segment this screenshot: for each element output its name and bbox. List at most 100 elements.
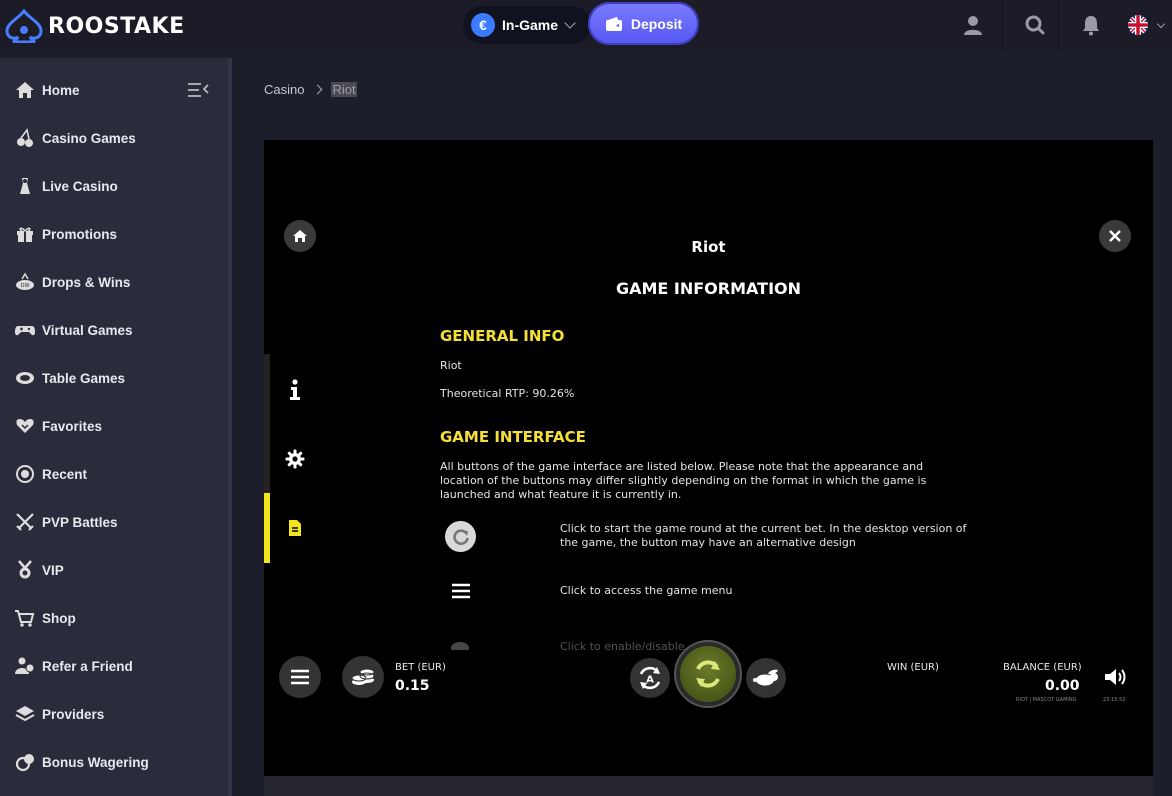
sidebar-item-vip[interactable]: VIP [0,546,228,594]
bell-icon[interactable] [1071,5,1111,45]
menu-icon [450,583,472,599]
turbo-description: Click to enable/disable [560,640,685,650]
sidebar-item-favorites[interactable]: Favorites [0,402,228,450]
menu-description: Click to access the game menu [560,584,733,597]
balance-value: 0.00 [1045,678,1080,694]
divider [1058,0,1059,50]
game-info-heading: GAME INFORMATION [615,279,802,298]
sound-icon[interactable] [1103,666,1129,693]
autoplay-icon: A [639,666,661,690]
gamepad-icon [14,319,36,341]
rtp-text: Theoretical RTP: 90.26% [440,387,575,400]
svg-text:A: A [646,675,654,686]
coins-icon [351,668,375,685]
sidebar-item-label: Live Casino [42,178,118,194]
divider [1002,0,1003,50]
sidebar-item-label: Refer a Friend [42,658,133,674]
cart-icon [14,607,36,629]
uk-flag-icon[interactable] [1118,5,1166,45]
sidebar-item-table-games[interactable]: Table Games [0,354,228,402]
document-icon[interactable] [284,516,306,540]
sidebar-item-label: PVP Battles [42,514,118,530]
sidebar-item-label: Drops & Wins [42,274,131,290]
sidebar-item-virtual-games[interactable]: Virtual Games [0,306,228,354]
euro-icon: € [471,13,495,37]
top-bar: ROOSTAKE € In-Game Deposit [0,0,1172,50]
game-name-text: Riot [440,359,462,372]
sidebar-item-label: VIP [42,562,64,578]
breadcrumb: Casino Riot [264,82,357,97]
sidebar-item-home[interactable]: Home [0,66,228,114]
sidebar-item-recent[interactable]: Recent [0,450,228,498]
sidebar-item-bonus-wagering[interactable]: Bonus Wagering [0,738,228,786]
refer-icon [14,655,36,677]
search-icon[interactable] [1015,5,1055,45]
sidebar-item-label: Virtual Games [42,322,133,338]
sidebar-item-label: Promotions [42,226,118,242]
spin-icon [680,646,736,702]
chevron-right-icon [313,84,323,95]
bet-value: 0.15 [395,678,430,694]
game-title: Riot [691,238,726,256]
sidebar-item-label: Recent [42,466,88,482]
sidebar-item-label: Table Games [42,370,126,386]
sidebar-item-label: Casino Games [42,130,136,146]
rabbit-icon [753,669,778,686]
logo[interactable]: ROOSTAKE [4,8,185,44]
swords-icon [14,511,36,533]
sidebar-item-live-casino[interactable]: Live Casino [0,162,228,210]
info-icon[interactable] [284,378,306,402]
bet-button[interactable] [342,656,384,698]
currency-label: In-Game [502,17,559,33]
history-icon [14,463,36,485]
win-label: WIN (EUR) [887,662,939,673]
brand-name: ROOSTAKE [48,13,185,39]
home-icon [14,79,36,101]
sidebar-scrollbar[interactable] [228,58,232,796]
sidebar-item-label: Bonus Wagering [42,754,149,770]
spin-icon [445,521,476,552]
medal-icon [14,559,36,581]
sidebar-item-refer-a-friend[interactable]: Refer a Friend [0,642,228,690]
sidebar-item-providers[interactable]: Providers [0,690,228,738]
spin-button[interactable] [676,642,740,706]
chevron-down-icon [564,17,576,29]
provider-text: RIOT | MASCOT GAMING [1016,697,1077,703]
turbo-button[interactable] [746,658,786,698]
user-icon[interactable] [953,5,993,45]
balance-label: BALANCE (EUR) [1003,662,1082,673]
sidebar-item-label: Favorites [42,418,103,434]
sidebar-item-label: Providers [42,706,105,722]
active-tab-indicator [264,493,270,563]
currency-selector[interactable]: € In-Game [463,6,591,44]
breadcrumb-casino[interactable]: Casino [264,82,304,97]
autoplay-button[interactable]: A [630,658,670,698]
bonus-icon [14,751,36,773]
clock-text: 23:15:52 [1103,697,1126,703]
settings-gear-icon[interactable] [284,447,306,471]
menu-icon [291,669,309,685]
dealer-icon [14,175,36,197]
deposit-label: Deposit [630,15,683,32]
turbo-icon [451,642,469,650]
breadcrumb-current: Riot [331,82,357,97]
wallet-icon [605,16,622,31]
sidebar-item-pvp-battles[interactable]: PVP Battles [0,498,228,546]
gift-icon [14,223,36,245]
interface-intro-text: All buttons of the game interface are li… [440,460,927,501]
spin-description: Click to start the game round at the cur… [560,522,967,549]
sidebar-item-casino-games[interactable]: Casino Games [0,114,228,162]
sidebar-item-promotions[interactable]: Promotions [0,210,228,258]
chevron-down-icon [1156,19,1166,29]
sidebar-item-drops-wins[interactable]: DW Drops & Wins [0,258,228,306]
providers-icon [14,703,36,725]
sidebar-item-label: Shop [42,610,76,626]
game-interface-heading: GAME INTERFACE [440,428,586,446]
drops-wins-icon: DW [14,271,36,293]
sidebar-item-label: Home [42,82,80,98]
game-menu-button[interactable] [279,656,321,698]
deposit-button[interactable]: Deposit [588,2,699,45]
sidebar-item-shop[interactable]: Shop [0,594,228,642]
spade-logo-icon [5,9,43,43]
footer-strip [264,776,1153,796]
